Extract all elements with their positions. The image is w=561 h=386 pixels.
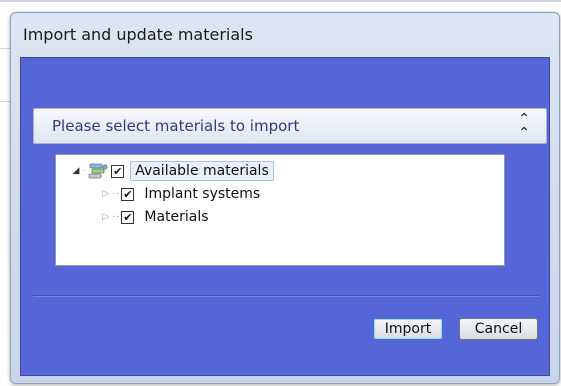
section-header[interactable]: Please select materials to import ⌃ ⌃ [33,108,547,144]
dialog-titlebar[interactable]: Import and update materials [11,13,559,55]
root-checkbox[interactable]: ✔ [111,164,125,178]
import-dialog: Import and update materials Please selec… [10,12,560,384]
cancel-button[interactable]: Cancel [459,318,538,340]
tree-node-label[interactable]: Implant systems [140,185,264,203]
dialog-client-area: Please select materials to import ⌃ ⌃ ◢ ·… [20,57,550,376]
tree-connector: ·· [112,188,121,200]
import-button[interactable]: Import [373,318,443,340]
materials-checkbox[interactable]: ✔ [121,210,135,224]
collapsed-triangle-icon[interactable]: ▷ [100,212,112,222]
implant-systems-checkbox[interactable]: ✔ [121,187,135,201]
tree-node[interactable]: ▷ ·· ✔ Materials [100,206,213,228]
collapsed-triangle-icon[interactable]: ▷ [100,189,112,199]
background-edge [0,101,10,102]
tree-node[interactable]: ▷ ·· ✔ Implant systems [100,183,264,205]
double-chevron-up-icon[interactable]: ⌃ ⌃ [518,112,530,140]
background-edge [0,48,10,49]
background-edge [0,0,561,2]
dialog-title: Import and update materials [23,24,253,44]
tree-node-label[interactable]: Materials [140,208,212,226]
tree-connector: ·· [112,211,121,223]
tree-node-root[interactable]: ◢ · ✔ Available materials [70,160,274,182]
materials-tree[interactable]: ◢ · ✔ Available materials ▷ ·· ✔ Implant… [55,154,505,266]
expanded-triangle-icon[interactable]: ◢ [70,166,82,176]
divider [33,295,539,297]
section-title: Please select materials to import [52,117,300,135]
tree-connector: · [82,165,87,177]
materials-icon [88,163,108,179]
tree-node-label[interactable]: Available materials [130,161,274,181]
